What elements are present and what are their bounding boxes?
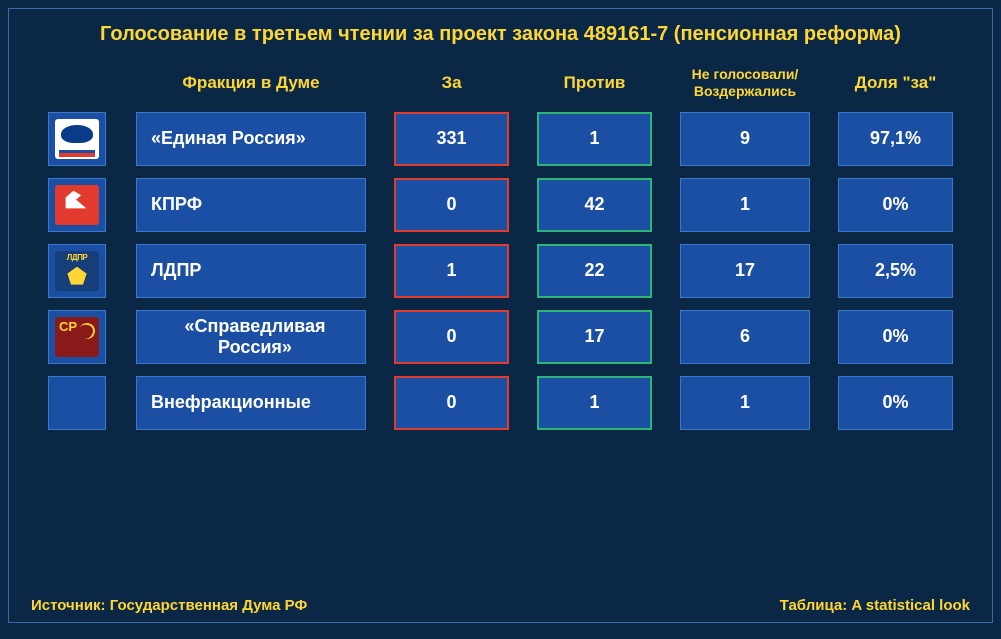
header-abstain: Не голосовали/Воздержались [680,66,810,100]
er-icon [55,119,99,159]
votes-share: 97,1% [838,112,953,166]
votes-for: 1 [394,244,509,298]
ldpr-icon [55,251,99,291]
votes-against: 42 [537,178,652,232]
votes-share: 2,5% [838,244,953,298]
party-name: Внефракционные [136,376,366,430]
header-for: За [394,73,509,93]
votes-share: 0% [838,376,953,430]
party-logo-sr [48,310,106,364]
sr-icon [55,317,99,357]
votes-abstain: 1 [680,376,810,430]
votes-against: 1 [537,112,652,166]
votes-for: 0 [394,310,509,364]
footer: Источник: Государственная Дума РФ Таблиц… [31,597,970,614]
votes-abstain: 1 [680,178,810,232]
chart-title: Голосование в третьем чтении за проект з… [31,23,970,46]
votes-for: 0 [394,178,509,232]
votes-for: 331 [394,112,509,166]
votes-share: 0% [838,178,953,232]
party-name: ЛДПР [136,244,366,298]
party-name: «Справедливая Россия» [136,310,366,364]
footer-credit: Таблица: A statistical look [780,597,970,614]
votes-against: 22 [537,244,652,298]
header-against: Против [537,73,652,93]
votes-abstain: 17 [680,244,810,298]
party-logo-none [48,376,106,430]
votes-against: 17 [537,310,652,364]
footer-source: Источник: Государственная Дума РФ [31,597,307,614]
party-logo-ldpr [48,244,106,298]
votes-against: 1 [537,376,652,430]
party-name: «Единая Россия» [136,112,366,166]
party-logo-kprf [48,178,106,232]
votes-share: 0% [838,310,953,364]
votes-abstain: 6 [680,310,810,364]
votes-abstain: 9 [680,112,810,166]
party-logo-er [48,112,106,166]
votes-for: 0 [394,376,509,430]
header-share: Доля "за" [838,73,953,93]
data-grid: Фракция в Думе За Против Не голосовали/В… [31,66,970,430]
party-name: КПРФ [136,178,366,232]
header-party: Фракция в Думе [136,73,366,93]
chart-frame: Голосование в третьем чтении за проект з… [8,8,993,623]
kprf-icon [55,185,99,225]
